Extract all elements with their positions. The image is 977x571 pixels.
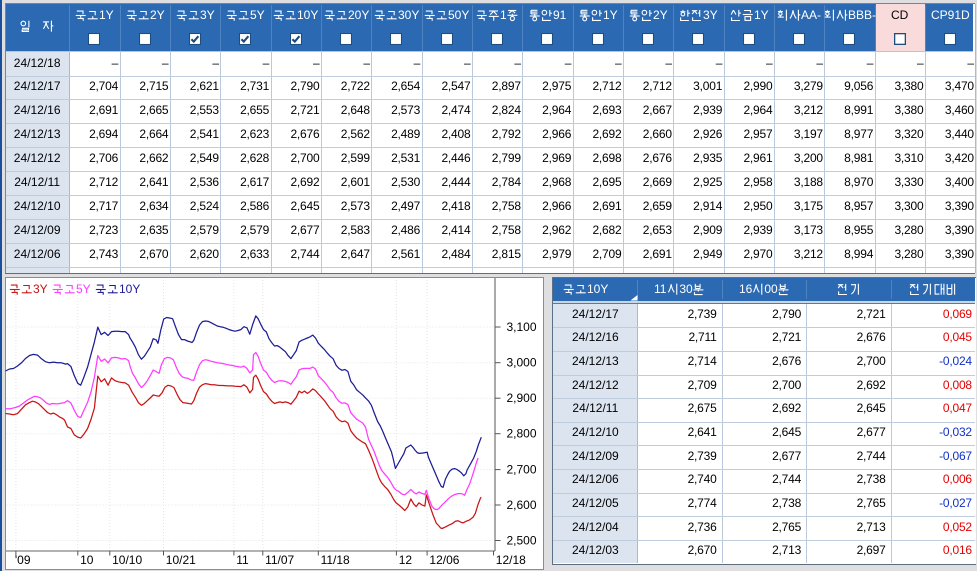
svg-text:BBB-: BBB- bbox=[848, 8, 876, 22]
svg-text:3Y: 3Y bbox=[33, 282, 48, 296]
svg-text:1Y: 1Y bbox=[603, 8, 618, 22]
svg-text:CP91D: CP91D bbox=[931, 8, 970, 22]
svg-text:30Y: 30Y bbox=[398, 8, 419, 22]
svg-text:11: 11 bbox=[654, 282, 667, 296]
svg-text:00: 00 bbox=[764, 282, 778, 296]
svg-text:3Y: 3Y bbox=[703, 8, 718, 22]
svg-text:CD: CD bbox=[891, 8, 909, 22]
svg-text:1Y: 1Y bbox=[754, 8, 769, 22]
svg-text:3Y: 3Y bbox=[200, 8, 215, 22]
svg-text:2Y: 2Y bbox=[150, 8, 165, 22]
svg-text:30: 30 bbox=[680, 282, 694, 296]
svg-text:10Y: 10Y bbox=[587, 282, 608, 296]
svg-text:50Y: 50Y bbox=[448, 8, 469, 22]
svg-text:1: 1 bbox=[500, 8, 507, 22]
svg-text:5Y: 5Y bbox=[250, 8, 265, 22]
svg-text:91: 91 bbox=[553, 8, 567, 22]
svg-text:16: 16 bbox=[739, 282, 753, 296]
svg-text:10Y: 10Y bbox=[297, 8, 318, 22]
svg-text:5Y: 5Y bbox=[76, 282, 91, 296]
svg-text:2Y: 2Y bbox=[653, 8, 668, 22]
svg-text:1Y: 1Y bbox=[99, 8, 114, 22]
svg-text:AA-: AA- bbox=[801, 8, 821, 22]
svg-text:10Y: 10Y bbox=[119, 282, 140, 296]
svg-text:20Y: 20Y bbox=[348, 8, 369, 22]
